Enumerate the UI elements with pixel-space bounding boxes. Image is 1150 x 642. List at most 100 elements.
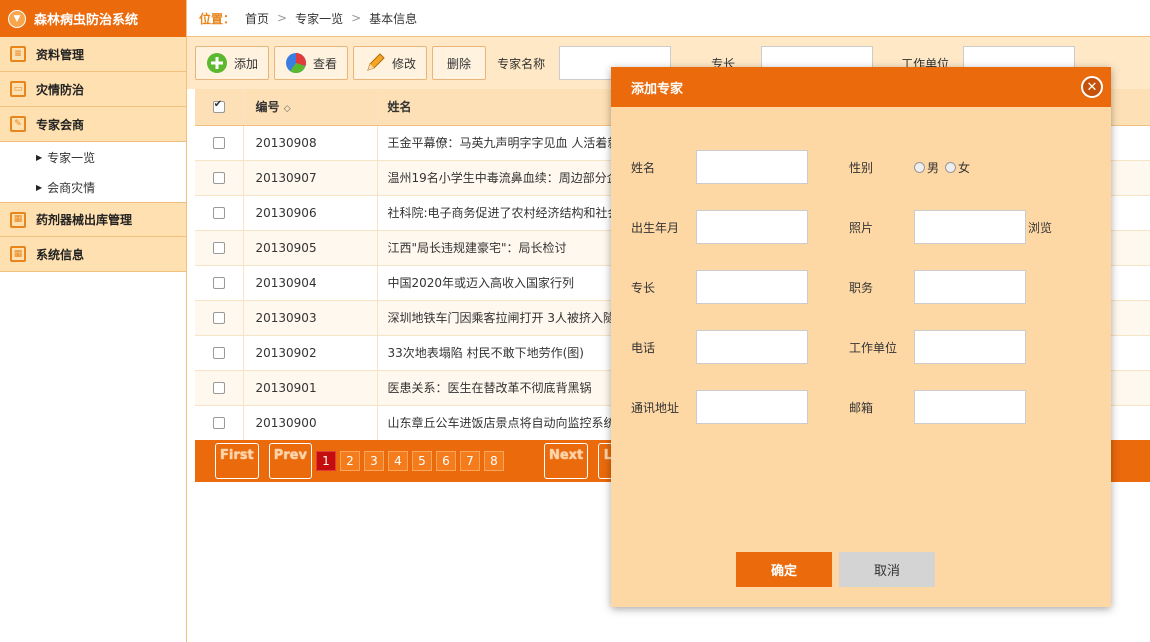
unit-label: 工作单位 [849,340,898,355]
view-button-label: 查看 [313,56,338,71]
sidebar-subitem-consult-disaster[interactable]: ▶ 会商灾情 [0,172,186,202]
breadcrumb-home[interactable]: 首页 [245,10,269,27]
unit-field[interactable] [914,330,1026,364]
list-icon: ≡ [10,46,26,62]
close-icon[interactable]: ✕ [1081,76,1103,98]
gender-row: 性别 男 女 [849,150,976,184]
position-input[interactable] [914,270,1026,304]
delete-button[interactable]: 删除 [432,46,487,80]
birth-label: 出生年月 [631,220,680,235]
address-row: 通讯地址 [631,390,808,424]
pie-chart-icon [285,52,307,74]
photo-row: 照片 浏览 [849,210,1052,244]
sidebar-item-label: 灾情防治 [36,82,85,97]
page-3-button[interactable]: 3 [363,451,384,471]
add-button-label: 添加 [234,56,259,71]
page-6-button[interactable]: 6 [435,451,456,471]
add-expert-dialog: 添加专家 ✕ 姓名 性别 男 女 出生年月 照片 浏览 专长 职务 电话 工作单… [611,67,1111,607]
sidebar-item-system-info[interactable]: ▦ 系统信息 [0,237,186,272]
page-1-button[interactable]: 1 [315,451,336,471]
row-checkbox[interactable] [212,277,225,289]
email-field[interactable] [914,390,1026,424]
phone-label: 电话 [631,340,656,355]
select-all-cell [195,89,244,126]
row-checkbox[interactable] [212,417,225,429]
photo-input[interactable] [914,210,1026,244]
plus-icon [206,52,228,74]
row-checkbox[interactable] [212,137,225,149]
browse-button[interactable]: 浏览 [1028,219,1052,236]
sidebar-subitem-expert-list[interactable]: ▶ 专家一览 [0,142,186,172]
gender-male-radio[interactable] [914,161,925,173]
breadcrumb: 位置： 首页 > 专家一览 > 基本信息 [187,0,1150,37]
sidebar: ▼ 森林病虫防治系统 ≡ 资料管理 ▭ 灾情防治 ✎ 专家会商 ▶ 专家一览 ▶… [0,0,187,642]
dialog-title: 添加专家 [631,81,684,97]
add-button[interactable]: 添加 [195,46,270,80]
confirm-button[interactable]: 确定 [736,552,832,587]
delete-button-label: 删除 [447,56,472,71]
next-page-button[interactable]: Next [543,443,589,479]
page-8-button[interactable]: 8 [483,451,504,471]
row-checkbox[interactable] [212,347,225,359]
col-id-label: 编号 [255,100,280,115]
prev-page-button[interactable]: Prev [268,443,312,479]
breadcrumb-expert-list[interactable]: 专家一览 [295,10,343,27]
phone-row: 电话 [631,330,808,364]
col-id-header[interactable]: 编号 ◇ [243,89,378,126]
edit-button[interactable]: 修改 [353,46,428,80]
name-input[interactable] [696,150,808,184]
row-id: 20130908 [243,125,378,161]
birth-row: 出生年月 [631,210,808,244]
row-id: 20130903 [243,300,378,336]
specialty-row: 专长 [631,270,808,304]
dialog-header: 添加专家 ✕ [611,67,1111,107]
row-checkbox[interactable] [212,242,225,254]
position-label: 职务 [849,280,874,295]
gender-female-radio[interactable] [945,161,957,173]
view-button[interactable]: 查看 [274,46,349,80]
breadcrumb-label: 位置： [199,11,236,26]
app-title: 森林病虫防治系统 [34,13,139,28]
edit-button-label: 修改 [392,56,417,71]
address-label: 通讯地址 [631,400,680,415]
row-checkbox[interactable] [212,382,225,394]
sidebar-item-equipment-outbound[interactable]: ▦ 药剂器械出库管理 [0,202,186,237]
specialty-field[interactable] [696,270,808,304]
row-id: 20130900 [243,405,378,441]
row-checkbox[interactable] [212,207,225,219]
row-id: 20130902 [243,335,378,371]
sidebar-item-expert-consult[interactable]: ✎ 专家会商 [0,107,186,142]
caret-right-icon: ▶ [36,152,43,162]
position-row: 职务 [849,270,1026,304]
row-id: 20130904 [243,265,378,301]
gender-label: 性别 [849,160,874,175]
pencil-icon [364,52,386,74]
sidebar-item-label: 系统信息 [36,247,85,262]
filter-name-label: 专家名称 [497,56,546,71]
row-id: 20130906 [243,195,378,231]
phone-input[interactable] [696,330,808,364]
calendar-icon: ▦ [10,246,26,262]
address-input[interactable] [696,390,808,424]
select-all-checkbox[interactable] [212,99,225,114]
chevron-down-icon[interactable]: ▼ [8,9,26,28]
row-checkbox[interactable] [212,312,225,324]
row-checkbox[interactable] [212,172,225,184]
page-2-button[interactable]: 2 [339,451,360,471]
sidebar-item-label: 药剂器械出库管理 [36,213,133,227]
page-4-button[interactable]: 4 [387,451,408,471]
breadcrumb-separator: > [277,11,288,25]
specialty-label: 专长 [631,280,656,295]
sidebar-item-data-management[interactable]: ≡ 资料管理 [0,37,186,72]
row-id: 20130901 [243,370,378,406]
caret-right-icon: ▶ [36,182,43,192]
sidebar-item-disaster-control[interactable]: ▭ 灾情防治 [0,72,186,107]
page-7-button[interactable]: 7 [459,451,480,471]
sidebar-subitem-label: 专家一览 [47,150,96,165]
first-page-button[interactable]: First [215,443,259,479]
message-icon: ▭ [10,81,26,97]
cancel-button[interactable]: 取消 [839,552,935,587]
calendar-icon: ▦ [10,211,26,228]
birth-date-input[interactable] [696,210,808,244]
page-5-button[interactable]: 5 [411,451,432,471]
